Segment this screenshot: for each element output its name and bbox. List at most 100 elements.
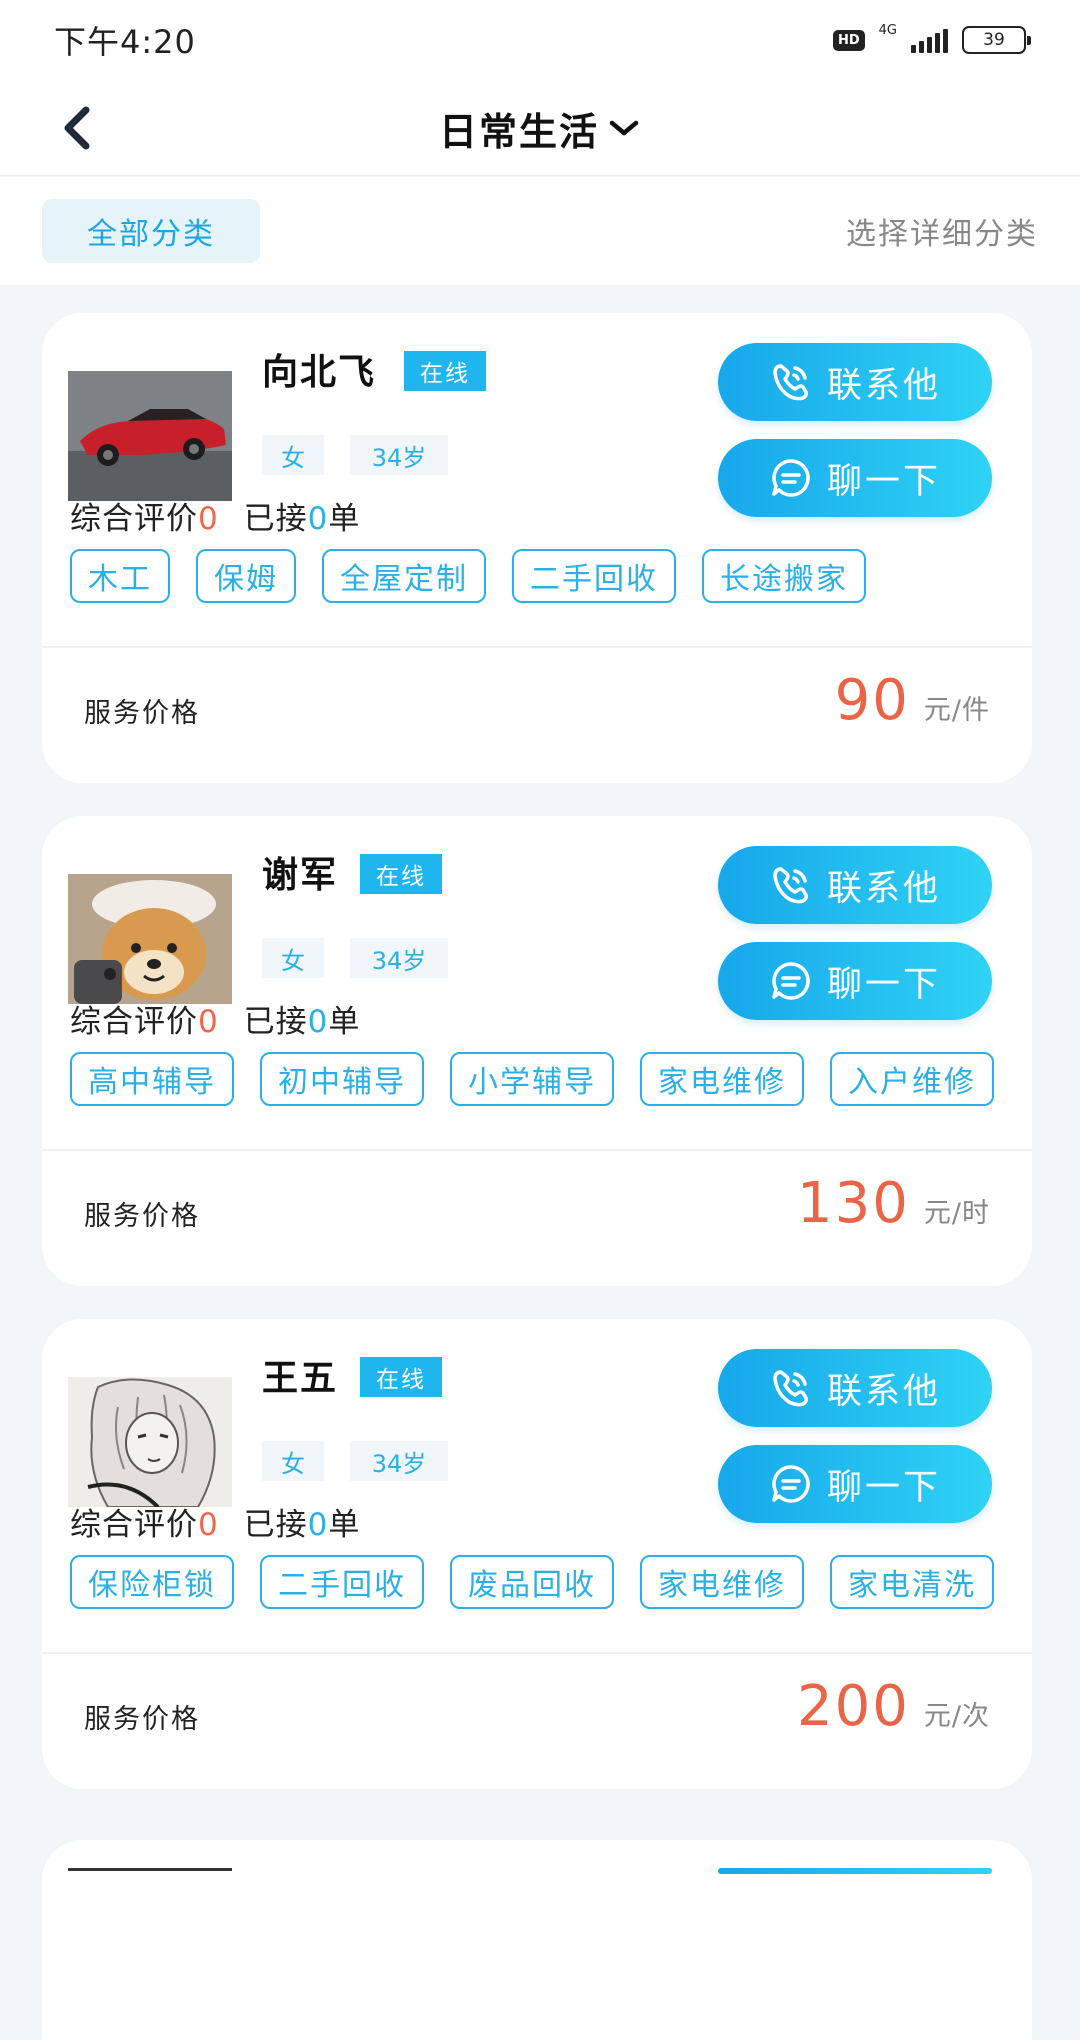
service-tags: 木工 保姆 全屋定制 二手回收 长途搬家 xyxy=(70,549,1032,607)
rating-value: 0 xyxy=(198,501,219,537)
rating-value: 0 xyxy=(198,1507,219,1543)
contact-button[interactable]: 联系他 xyxy=(718,1349,992,1427)
chat-bubble-icon xyxy=(772,1465,810,1503)
online-status-badge: 在线 xyxy=(360,1357,442,1397)
filter-row: 全部分类 选择详细分类 xyxy=(0,177,1080,285)
orders-value: 0 xyxy=(307,1507,329,1543)
service-tags: 保险柜锁 二手回收 废品回收 家电维修 家电清洗 xyxy=(70,1555,1032,1613)
nav-bar: 日常生活 xyxy=(0,80,1080,176)
price: 200 元/次 xyxy=(797,1674,990,1739)
online-status-badge: 在线 xyxy=(404,351,486,391)
price-label: 服务价格 xyxy=(84,1704,200,1735)
price: 130 元/时 xyxy=(797,1171,990,1236)
car-image xyxy=(68,371,232,501)
price-value: 130 xyxy=(797,1171,910,1236)
price-value: 200 xyxy=(797,1674,910,1739)
orders-value: 0 xyxy=(307,501,329,537)
chat-bubble-icon xyxy=(772,459,810,497)
select-detail-category-button[interactable]: 选择详细分类 xyxy=(846,199,1038,263)
chat-button[interactable]: 聊一下 xyxy=(718,942,992,1020)
chat-button-label: 聊一下 xyxy=(826,1467,941,1508)
price-value: 90 xyxy=(834,668,910,733)
service-tag[interactable]: 二手回收 xyxy=(512,549,676,603)
service-tag[interactable]: 全屋定制 xyxy=(322,549,486,603)
contact-button[interactable]: 联系他 xyxy=(718,846,992,924)
service-tag[interactable]: 入户维修 xyxy=(830,1052,994,1106)
online-status-badge: 在线 xyxy=(360,854,442,894)
provider-name: 谢军 xyxy=(262,855,339,896)
status-bar: 下午4:20 HD 4G 39 xyxy=(0,0,1080,80)
chat-bubble-icon xyxy=(772,962,810,1000)
contact-button[interactable]: 联系他 xyxy=(718,343,992,421)
gender-chip: 女 xyxy=(262,435,324,475)
avatar xyxy=(68,1377,232,1507)
price-unit: 元/件 xyxy=(923,695,990,726)
orders-label: 已接 xyxy=(243,501,308,537)
contact-button-label: 联系他 xyxy=(826,868,941,909)
service-tag[interactable]: 小学辅导 xyxy=(450,1052,614,1106)
provider-card-partial[interactable] xyxy=(42,1840,1032,2040)
provider-card[interactable]: 向北飞 在线 女 34岁 综合评价0 已接0单 联系他 聊一下 木工 保姆 全屋定制… xyxy=(42,313,1032,783)
service-tag[interactable]: 长途搬家 xyxy=(702,549,866,603)
chat-button-label: 聊一下 xyxy=(826,461,941,502)
rating-label: 综合评价 xyxy=(70,501,198,537)
dog-image xyxy=(68,874,232,1004)
service-tag[interactable]: 废品回收 xyxy=(450,1555,614,1609)
rating-value: 0 xyxy=(198,1004,219,1040)
card-divider xyxy=(42,1652,1032,1654)
network-type-label: 4G xyxy=(878,22,897,38)
chat-button[interactable]: 聊一下 xyxy=(718,439,992,517)
rating-label: 综合评价 xyxy=(70,1507,198,1543)
category-title-dropdown[interactable]: 日常生活 xyxy=(0,100,1080,156)
service-tag[interactable]: 保姆 xyxy=(196,549,296,603)
card-divider xyxy=(42,1149,1032,1151)
price: 90 元/件 xyxy=(835,668,990,733)
provider-name: 王五 xyxy=(262,1358,339,1399)
gender-chip: 女 xyxy=(262,1441,324,1481)
avatar-edge xyxy=(68,1868,232,1871)
price-unit: 元/次 xyxy=(923,1701,990,1732)
service-tag[interactable]: 初中辅导 xyxy=(260,1052,424,1106)
chat-button[interactable]: 聊一下 xyxy=(718,1445,992,1523)
battery-level: 39 xyxy=(983,30,1005,50)
all-categories-button[interactable]: 全部分类 xyxy=(42,199,260,263)
age-chip: 34岁 xyxy=(350,435,448,475)
avatar xyxy=(68,371,232,501)
portrait-sketch-image xyxy=(68,1377,232,1507)
status-icons: HD 4G 39 xyxy=(832,22,1031,54)
contact-button-label: 联系他 xyxy=(826,1371,941,1412)
chevron-down-icon xyxy=(609,120,639,136)
service-tag[interactable]: 家电维修 xyxy=(640,1052,804,1106)
price-label: 服务价格 xyxy=(84,698,200,729)
provider-card[interactable]: 王五 在线 女 34岁 综合评价0 已接0单 联系他 聊一下 保险柜锁 二手回收废… xyxy=(42,1319,1032,1789)
signal-icon xyxy=(911,27,948,53)
service-tag[interactable]: 二手回收 xyxy=(260,1555,424,1609)
service-tag[interactable]: 保险柜锁 xyxy=(70,1555,234,1609)
contact-button-label: 联系他 xyxy=(826,365,941,406)
gender-chip: 女 xyxy=(262,938,324,978)
age-chip: 34岁 xyxy=(350,938,448,978)
orders-suffix: 单 xyxy=(328,501,361,537)
price-label: 服务价格 xyxy=(84,1201,200,1232)
chat-button-label: 聊一下 xyxy=(826,964,941,1005)
page-title: 日常生活 xyxy=(438,109,599,154)
service-tags: 高中辅导 初中辅导 小学辅导 家电维修 入户维修 xyxy=(70,1052,1032,1110)
rating-summary: 综合评价0 已接0单 xyxy=(70,493,360,538)
service-tag[interactable]: 木工 xyxy=(70,549,170,603)
status-time: 下午4:20 xyxy=(54,23,196,61)
contact-button-edge xyxy=(718,1868,992,1874)
price-unit: 元/时 xyxy=(923,1198,990,1229)
orders-suffix: 单 xyxy=(328,1507,361,1543)
service-tag[interactable]: 家电维修 xyxy=(640,1555,804,1609)
orders-value: 0 xyxy=(307,1004,329,1040)
avatar xyxy=(68,874,232,1004)
phone-icon xyxy=(773,364,808,401)
orders-label: 已接 xyxy=(243,1507,308,1543)
rating-label: 综合评价 xyxy=(70,1004,198,1040)
service-tag[interactable]: 家电清洗 xyxy=(830,1555,994,1609)
provider-card[interactable]: 谢军 在线 女 34岁 综合评价0 已接0单 联系他 聊一下 高中辅导 初中辅导小… xyxy=(42,816,1032,1286)
service-tag[interactable]: 高中辅导 xyxy=(70,1052,234,1106)
age-chip: 34岁 xyxy=(350,1441,448,1481)
provider-name: 向北飞 xyxy=(262,352,377,393)
phone-icon xyxy=(773,867,808,904)
